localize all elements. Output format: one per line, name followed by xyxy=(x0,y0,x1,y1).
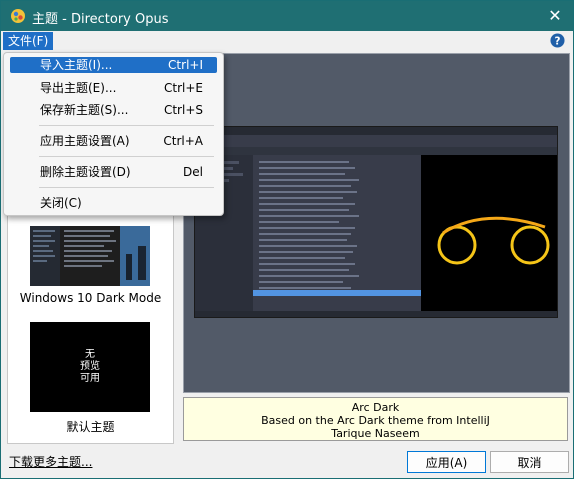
menu-item-save-new-theme[interactable]: 保存新主题(S)... Ctrl+S xyxy=(10,102,217,118)
download-more-themes-link[interactable]: 下载更多主题... xyxy=(9,453,92,470)
menu-item-apply-theme-settings[interactable]: 应用主题设置(A) Ctrl+A xyxy=(10,133,217,149)
theme-label-default: 默认主题 xyxy=(66,420,115,434)
menu-item-label: 应用主题设置(A) xyxy=(40,134,130,148)
close-icon: ✕ xyxy=(548,6,562,25)
menu-item-label: 删除主题设置(D) xyxy=(40,165,131,179)
menu-item-label: 关闭(C) xyxy=(40,196,82,210)
file-menu-dropdown: 导入主题(I)... Ctrl+I 导出主题(E)... Ctrl+E 保存新主… xyxy=(3,52,224,216)
theme-author: Tarique Naseem xyxy=(331,427,420,440)
apply-button[interactable]: 应用(A) xyxy=(407,451,486,473)
menu-item-shortcut: Ctrl+S xyxy=(163,103,203,117)
cancel-button[interactable]: 取消 xyxy=(490,451,569,473)
menu-item-import-theme[interactable]: 导入主题(I)... Ctrl+I xyxy=(10,57,217,73)
menu-item-shortcut: Ctrl+I xyxy=(168,58,203,72)
theme-name: Arc Dark xyxy=(351,401,400,414)
menu-file[interactable]: 文件(F) xyxy=(3,32,54,50)
close-button[interactable]: ✕ xyxy=(543,4,567,28)
menu-item-label: 保存新主题(S)... xyxy=(40,103,129,117)
menu-separator xyxy=(39,125,214,126)
menu-item-shortcut: Ctrl+A xyxy=(163,134,203,148)
menu-item-shortcut: Ctrl+E xyxy=(164,81,203,95)
menu-item-delete-theme-settings[interactable]: 删除主题设置(D) Del xyxy=(10,164,217,180)
menu-item-label: 导入主题(I)... xyxy=(40,58,113,72)
theme-thumbnail-default[interactable]: 无 预览 可用 xyxy=(30,322,150,412)
theme-preview-panel xyxy=(183,53,570,393)
menu-item-shortcut: Del xyxy=(183,165,203,179)
no-preview-line-2: 预览 xyxy=(80,361,100,372)
directory-opus-app-icon xyxy=(11,9,25,23)
menu-separator xyxy=(39,187,214,188)
help-icon[interactable]: ? xyxy=(550,33,565,48)
no-preview-line-1: 无 xyxy=(85,349,95,360)
svg-text:?: ? xyxy=(555,35,561,47)
title-bar: 主题 - Directory Opus ✕ xyxy=(1,1,573,31)
theme-thumbnail-windows10-dark[interactable] xyxy=(30,226,150,286)
theme-label-windows10-dark: Windows 10 Dark Mode xyxy=(19,291,162,305)
menu-item-export-theme[interactable]: 导出主题(E)... Ctrl+E xyxy=(10,80,217,96)
menu-separator xyxy=(39,156,214,157)
no-preview-line-3: 可用 xyxy=(80,373,100,384)
menu-item-close[interactable]: 关闭(C) xyxy=(10,195,217,211)
menu-bar: 文件(F) xyxy=(1,31,573,51)
theme-preview-image xyxy=(194,126,558,318)
theme-description: Based on the Arc Dark theme from Intelli… xyxy=(261,414,490,427)
theme-info-box: Arc Dark Based on the Arc Dark theme fro… xyxy=(183,397,568,441)
menu-item-label: 导出主题(E)... xyxy=(40,81,117,95)
themes-window: 主题 - Directory Opus ✕ 文件(F) ? Windows 10… xyxy=(0,0,574,479)
window-title: 主题 - Directory Opus xyxy=(32,12,169,27)
